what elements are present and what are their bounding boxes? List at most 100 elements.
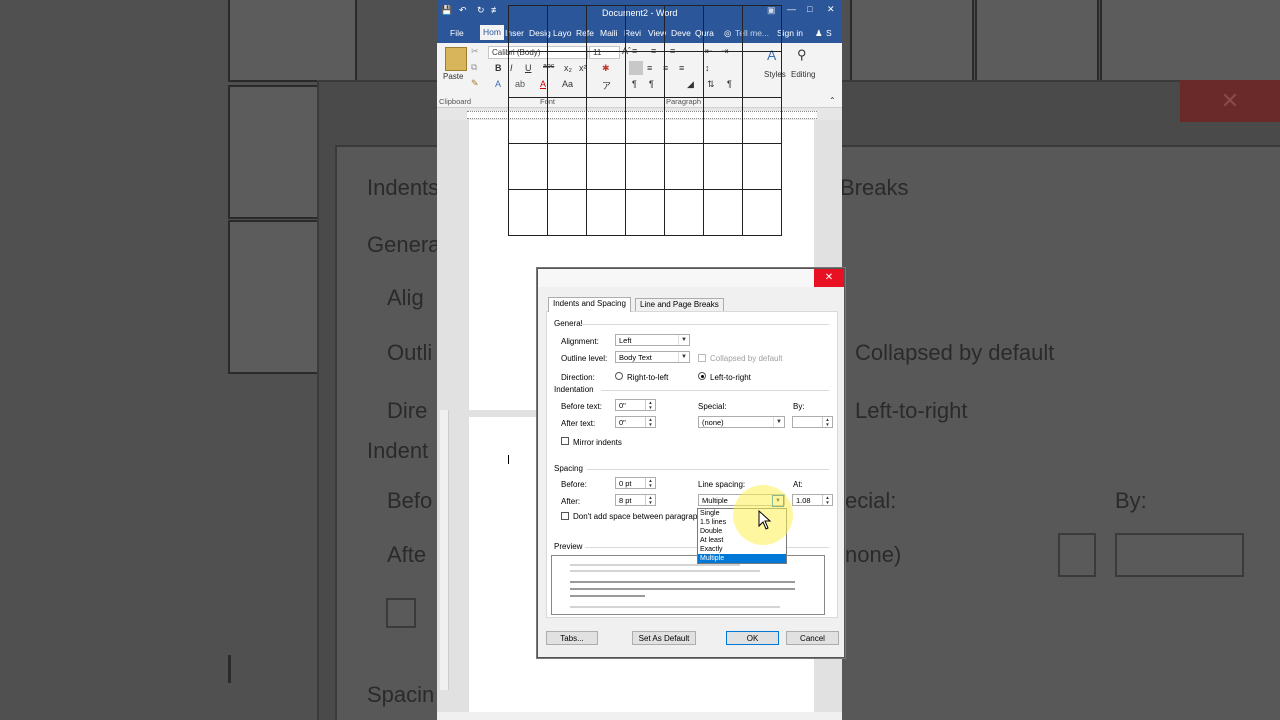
dont-add-space-checkbox[interactable] (561, 512, 569, 520)
preview-following-paragraph (570, 606, 780, 608)
text-cursor (508, 455, 509, 464)
spacing-heading: Spacing (554, 464, 583, 473)
undo-icon[interactable]: ↶ (459, 5, 467, 16)
mirror-indents-checkbox[interactable] (561, 437, 569, 445)
divider (601, 390, 829, 391)
after-text-input[interactable]: 0" ▲ ▼ (615, 416, 656, 428)
editing-label[interactable]: Editing (791, 70, 815, 79)
preview-heading: Preview (554, 542, 583, 551)
bg-direction: Dire (387, 398, 428, 423)
spacing-after-value: 8 pt (619, 496, 632, 505)
redo-icon[interactable]: ↻ (477, 5, 485, 16)
spacing-before-label: Before: (561, 480, 587, 489)
outline-level-select[interactable]: Body Text ▼ (615, 351, 690, 363)
bg-ltr: Left-to-right (855, 398, 968, 423)
rtl-label: Right-to-left (627, 373, 669, 382)
format-painter-icon[interactable]: ✎ (471, 78, 479, 89)
bg-spinbox (1115, 533, 1244, 577)
spin-arrows-icon[interactable]: ▲ ▼ (645, 400, 655, 410)
chevron-down-icon: ▼ (773, 417, 784, 427)
find-icon[interactable]: ⚲ (797, 47, 807, 63)
bg-close-button: ✕ (1180, 80, 1280, 122)
close-icon[interactable]: ✕ (827, 4, 835, 15)
table-row (508, 51, 782, 98)
spacing-after-label: After: (561, 497, 581, 506)
save-icon[interactable]: 💾 (441, 5, 452, 16)
bg-general: General (367, 232, 446, 257)
share-icon[interactable]: ♟ (815, 28, 823, 39)
tabs-button[interactable]: Tabs... (546, 631, 598, 645)
mirror-indents-label: Mirror indents (573, 438, 622, 447)
spin-arrows-icon[interactable]: ▲ ▼ (645, 495, 655, 505)
bg-text-cursor (228, 655, 231, 683)
table-row (508, 143, 782, 190)
spin-arrows-icon[interactable]: ▲ ▼ (822, 417, 832, 427)
at-value: 1.08 (796, 496, 811, 505)
maximize-icon[interactable]: □ (807, 4, 812, 14)
preview-sample-text (570, 588, 795, 590)
paste-label[interactable]: Paste (443, 72, 463, 81)
copy-icon[interactable]: ⧉ (471, 62, 477, 73)
rtl-radio[interactable] (615, 372, 623, 380)
ltr-label: Left-to-right (710, 373, 751, 382)
direction-label: Direction: (561, 373, 595, 382)
outline-level-label: Outline level: (561, 354, 608, 363)
share-label[interactable]: S (826, 28, 832, 38)
cancel-button[interactable]: Cancel (786, 631, 839, 645)
bg-checkbox (386, 598, 416, 628)
spin-arrows-icon[interactable]: ▲ ▼ (645, 417, 655, 427)
preview-sample-text (570, 595, 645, 597)
line-spacing-value: Multiple (702, 496, 728, 505)
tab-indents-spacing[interactable]: Indents and Spacing (548, 297, 631, 312)
divider (587, 469, 829, 470)
alignment-value: Left (619, 336, 632, 345)
paste-icon[interactable] (445, 47, 467, 71)
by-input[interactable]: ▲ ▼ (792, 416, 833, 428)
alignment-label: Alignment: (561, 337, 599, 346)
dialog-close-button[interactable]: ✕ (814, 269, 844, 287)
alignment-select[interactable]: Left ▼ (615, 334, 690, 346)
divider (581, 324, 829, 325)
general-heading: General (554, 319, 583, 328)
special-label: Special: (698, 402, 727, 411)
outline-level-value: Body Text (619, 353, 652, 362)
text-effects-icon[interactable]: A (495, 79, 501, 89)
cut-icon[interactable]: ✂ (471, 46, 479, 57)
collapsed-checkbox[interactable] (698, 354, 706, 362)
bg-spacing: Spacin (367, 682, 435, 707)
collapsed-label: Collapsed by default (710, 354, 783, 363)
special-select[interactable]: (none) ▼ (698, 416, 785, 428)
preview-sample-text (570, 581, 795, 583)
at-input[interactable]: 1.08 ▲ ▼ (792, 494, 833, 506)
line-spacing-option-exactly[interactable]: Exactly (698, 545, 786, 554)
ltr-radio[interactable] (698, 372, 706, 380)
tab-file[interactable]: File (450, 28, 464, 38)
indentation-heading: Indentation (554, 385, 594, 394)
chevron-down-icon: ▼ (678, 335, 689, 345)
line-spacing-option-multiple[interactable]: Multiple (698, 554, 786, 563)
special-value: (none) (702, 418, 724, 427)
bg-dropdown (1058, 533, 1096, 577)
table-row (508, 5, 782, 52)
spacing-before-input[interactable]: 0 pt ▲ ▼ (615, 477, 656, 489)
line-spacing-label: Line spacing: (698, 480, 746, 489)
collapse-ribbon-icon[interactable]: ⌃ (829, 96, 836, 105)
spacing-after-input[interactable]: 8 pt ▲ ▼ (615, 494, 656, 506)
bg-none: none) (845, 542, 902, 567)
spin-arrows-icon[interactable]: ▲ ▼ (645, 478, 655, 488)
set-as-default-button[interactable]: Set As Default (632, 631, 696, 645)
tab-home[interactable]: Hom (480, 25, 504, 40)
dont-add-space-label: Don't add space between paragrap (573, 512, 698, 521)
by-label: By: (793, 402, 805, 411)
minimize-icon[interactable]: — (787, 4, 796, 14)
spin-arrows-icon[interactable]: ▲ ▼ (822, 495, 832, 505)
bold-icon[interactable]: B (495, 63, 502, 73)
bg-alignment: Alig (387, 285, 424, 310)
bg-indentation: Indent (367, 438, 429, 463)
qat-more-icon[interactable]: ≢ (491, 5, 500, 15)
table-row (508, 97, 782, 144)
tab-line-page-breaks[interactable]: Line and Page Breaks (635, 298, 724, 312)
document-table (508, 5, 782, 236)
ok-button[interactable]: OK (726, 631, 779, 645)
before-text-input[interactable]: 0" ▲ ▼ (615, 399, 656, 411)
